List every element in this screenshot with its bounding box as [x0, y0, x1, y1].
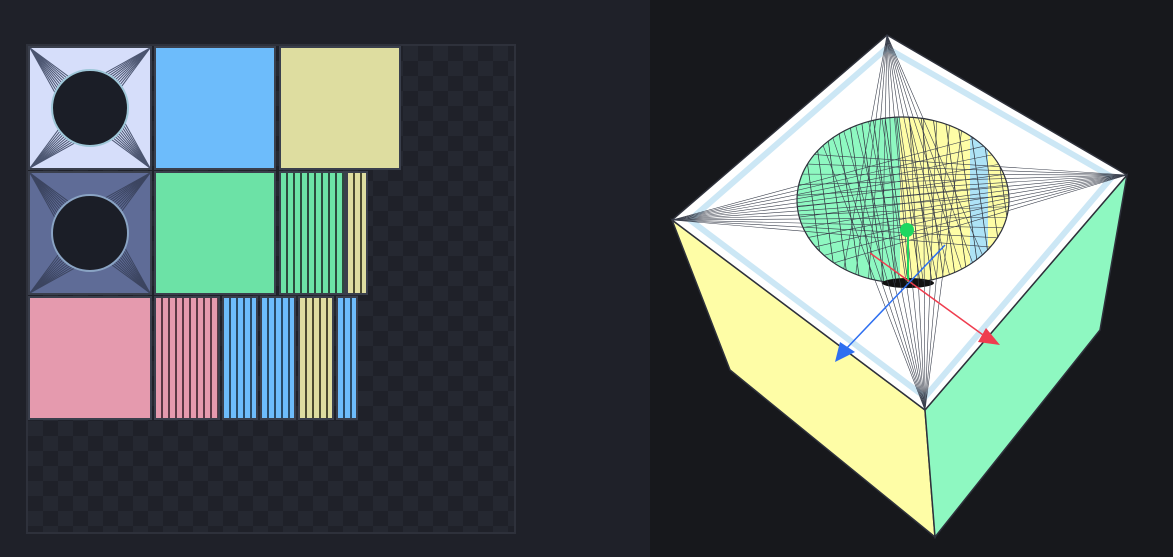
3d-viewport[interactable] — [650, 0, 1173, 557]
uv-atlas-panel — [0, 0, 650, 557]
atlas-tile-yellow-strips[interactable] — [346, 171, 368, 295]
atlas-tile-pink[interactable] — [28, 296, 152, 420]
hole-fan-wireframe — [30, 48, 150, 168]
atlas-tile-pink-strips[interactable] — [154, 296, 220, 420]
atlas-tile-blue[interactable] — [154, 46, 276, 170]
atlas-tile-yellow[interactable] — [279, 46, 401, 170]
hole-fan-wireframe-bottom — [30, 173, 150, 293]
uv-atlas-canvas[interactable] — [26, 44, 516, 534]
atlas-tile-blue-strips-2[interactable] — [260, 296, 296, 420]
atlas-tile-blue-strips-3[interactable] — [336, 296, 358, 420]
y-axis-arrow-icon[interactable] — [900, 223, 914, 237]
atlas-tile-green-strips[interactable] — [279, 171, 346, 295]
cube-render[interactable] — [650, 0, 1173, 557]
atlas-tile-bottom-face[interactable] — [28, 171, 152, 295]
atlas-tile-yellow-strips-2[interactable] — [298, 296, 334, 420]
atlas-tile-blue-strips-1[interactable] — [222, 296, 258, 420]
atlas-tile-top-face[interactable] — [28, 46, 152, 170]
atlas-tile-green[interactable] — [154, 171, 276, 295]
